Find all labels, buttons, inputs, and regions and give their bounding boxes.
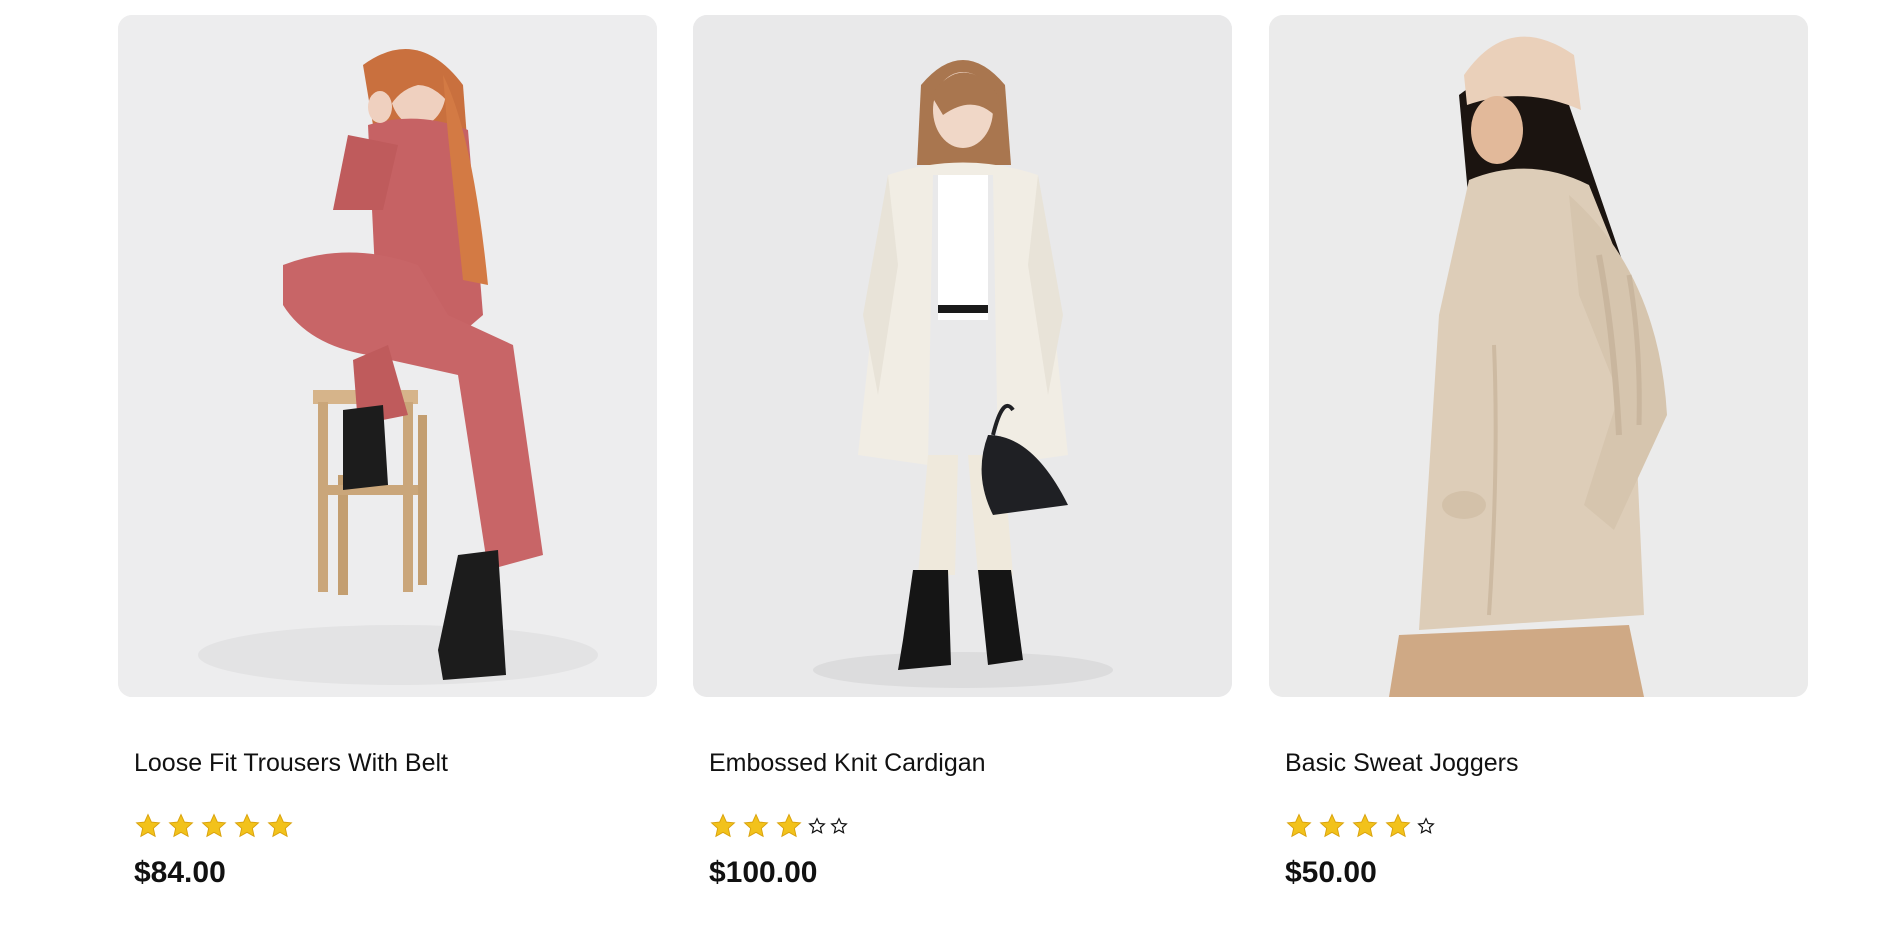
product-title[interactable]: Embossed Knit Cardigan <box>709 747 1232 779</box>
product-image[interactable] <box>118 15 657 697</box>
star-filled-icon <box>1351 812 1379 840</box>
star-filled-icon <box>266 812 294 840</box>
product-card[interactable]: Loose Fit Trousers With Belt $84.00 <box>118 15 657 915</box>
product-photo-rose-suit <box>118 15 657 697</box>
star-outline-icon <box>808 817 826 835</box>
star-filled-icon <box>1285 812 1313 840</box>
product-title[interactable]: Basic Sweat Joggers <box>1285 747 1808 779</box>
star-filled-icon <box>775 812 803 840</box>
product-photo-cream-coat <box>693 15 1232 697</box>
product-grid: Loose Fit Trousers With Belt $84.00 Embo… <box>0 0 1884 935</box>
star-filled-icon <box>134 812 162 840</box>
product-card[interactable]: Basic Sweat Joggers $50.00 <box>1269 15 1808 915</box>
star-rating <box>709 809 1232 843</box>
star-filled-icon <box>233 812 261 840</box>
product-price: $84.00 <box>134 856 226 889</box>
product-image[interactable] <box>693 15 1232 697</box>
product-image[interactable] <box>1269 15 1808 697</box>
star-filled-icon <box>709 812 737 840</box>
product-card[interactable]: Embossed Knit Cardigan $100.00 <box>693 15 1232 915</box>
star-filled-icon <box>1318 812 1346 840</box>
product-photo-beige-cardigan <box>1269 15 1808 697</box>
star-filled-icon <box>742 812 770 840</box>
product-price: $100.00 <box>709 856 818 889</box>
star-outline-icon <box>1417 817 1435 835</box>
star-rating <box>1285 809 1808 843</box>
star-filled-icon <box>1384 812 1412 840</box>
product-title[interactable]: Loose Fit Trousers With Belt <box>134 747 657 779</box>
product-price: $50.00 <box>1285 856 1377 889</box>
star-filled-icon <box>200 812 228 840</box>
star-outline-icon <box>830 817 848 835</box>
star-filled-icon <box>167 812 195 840</box>
star-rating <box>134 809 657 843</box>
